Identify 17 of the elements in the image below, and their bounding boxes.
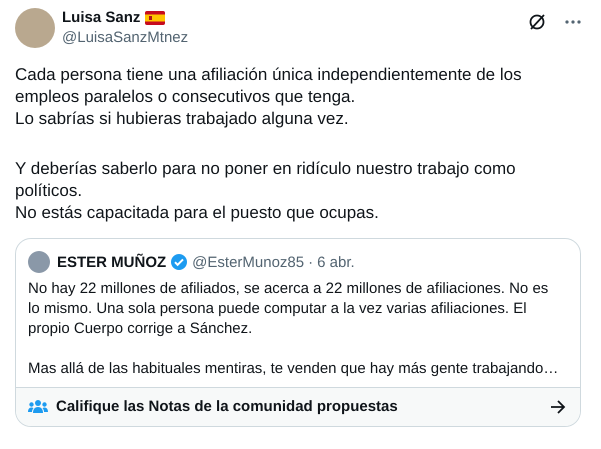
author-handle[interactable]: @LuisaSanzMtnez — [62, 28, 520, 48]
more-icon[interactable] — [565, 20, 581, 24]
quoted-tweet-card[interactable] — [15, 238, 581, 427]
quoted-author-name: ESTER MUÑOZ — [57, 254, 166, 270]
arrow-right-icon — [550, 400, 566, 414]
tweet-text: Cada persona tiene una afiliación única independientemente de los empleos paralelos o consecutivos que tenga. Lo sabrías si hubieras trabajado alguna vez. — [15, 64, 523, 130]
separator: · — [308, 254, 314, 270]
avatar — [28, 251, 50, 273]
quoted-date: 6 abr. — [317, 254, 355, 270]
quoted-author-handle: @EsterMunoz85 — [192, 254, 304, 270]
tweet-text: Y deberías saberlo para no poner en ridículo nuestro trabajo como políticos. No estás capacitada para el puesto que ocupas. — [15, 158, 517, 224]
quoted-tweet-text: No hay 22 millones de afiliados, se acerca a 22 millones de afiliaciones. No es lo mismo. Una sola persona puede computar a la vez varias afiliaciones. El propio Cuerpo corrige a Sánchez. — [28, 279, 550, 339]
community-notes-link[interactable]: Califique las Notas de la comunidad propuestas — [16, 387, 580, 426]
people-icon — [28, 398, 48, 414]
quoted-tweet-text: Mas allá de las habituales mentiras, te venden que hay más gente trabajando… — [28, 359, 560, 379]
flag-icon — [145, 11, 166, 25]
author-name[interactable]: Luisa Sanz — [62, 8, 140, 28]
